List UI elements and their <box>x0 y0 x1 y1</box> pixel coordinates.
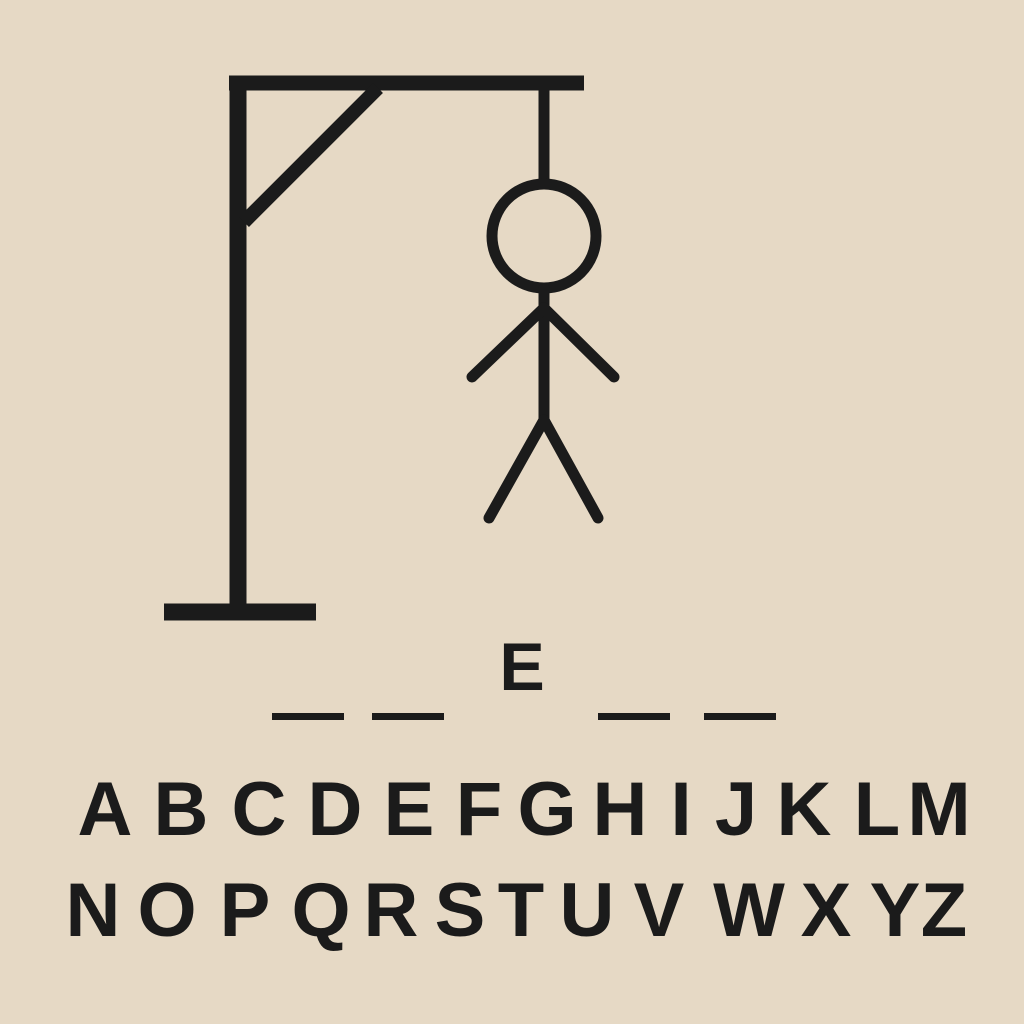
figure-head <box>486 178 602 294</box>
letter-key-p[interactable]: P <box>207 866 283 956</box>
word-slot: E <box>486 627 558 727</box>
letter-key-d[interactable]: D <box>297 765 373 855</box>
letter-key-n[interactable]: N <box>55 866 131 956</box>
gallows-brace <box>239 83 383 227</box>
word-slot-dash <box>272 713 344 720</box>
letter-key-v[interactable]: V <box>621 866 697 956</box>
letter-key-m[interactable]: M <box>901 765 977 855</box>
letter-key-o[interactable]: O <box>129 866 205 956</box>
word-slot-dash <box>598 713 670 720</box>
figure-left-leg <box>483 414 550 524</box>
letter-key-c[interactable]: C <box>221 765 297 855</box>
word-slot <box>598 627 670 727</box>
keyboard-row-2: NOPQRSTUVWXYZ <box>60 866 984 956</box>
letter-key-g[interactable]: G <box>509 765 585 855</box>
letter-key-a[interactable]: A <box>67 765 143 855</box>
letter-key-j[interactable]: J <box>698 765 774 855</box>
letter-key-k[interactable]: K <box>766 765 842 855</box>
letter-key-w[interactable]: W <box>711 866 787 956</box>
letter-key-b[interactable]: B <box>143 765 219 855</box>
letter-key-q[interactable]: Q <box>283 866 359 956</box>
word-slot-dash <box>704 713 776 720</box>
letter-key-r[interactable]: R <box>353 866 429 956</box>
letter-key-x[interactable]: X <box>788 866 864 956</box>
letter-key-f[interactable]: F <box>441 765 517 855</box>
letter-key-u[interactable]: U <box>549 866 625 956</box>
letter-key-e[interactable]: E <box>371 765 447 855</box>
letter-key-z[interactable]: Z <box>906 866 982 956</box>
letter-key-t[interactable]: T <box>483 866 559 956</box>
word-slot <box>272 627 344 727</box>
figure-left-arm <box>466 302 550 383</box>
word-slot <box>372 627 444 727</box>
figure-right-leg <box>538 414 604 524</box>
figure-right-arm <box>538 302 620 383</box>
keyboard-row-1: ABCDEFGHIJKLM <box>60 765 984 855</box>
word-slot-letter: E <box>499 629 545 705</box>
word-slot-dash <box>372 713 444 720</box>
word-slot <box>704 627 776 727</box>
